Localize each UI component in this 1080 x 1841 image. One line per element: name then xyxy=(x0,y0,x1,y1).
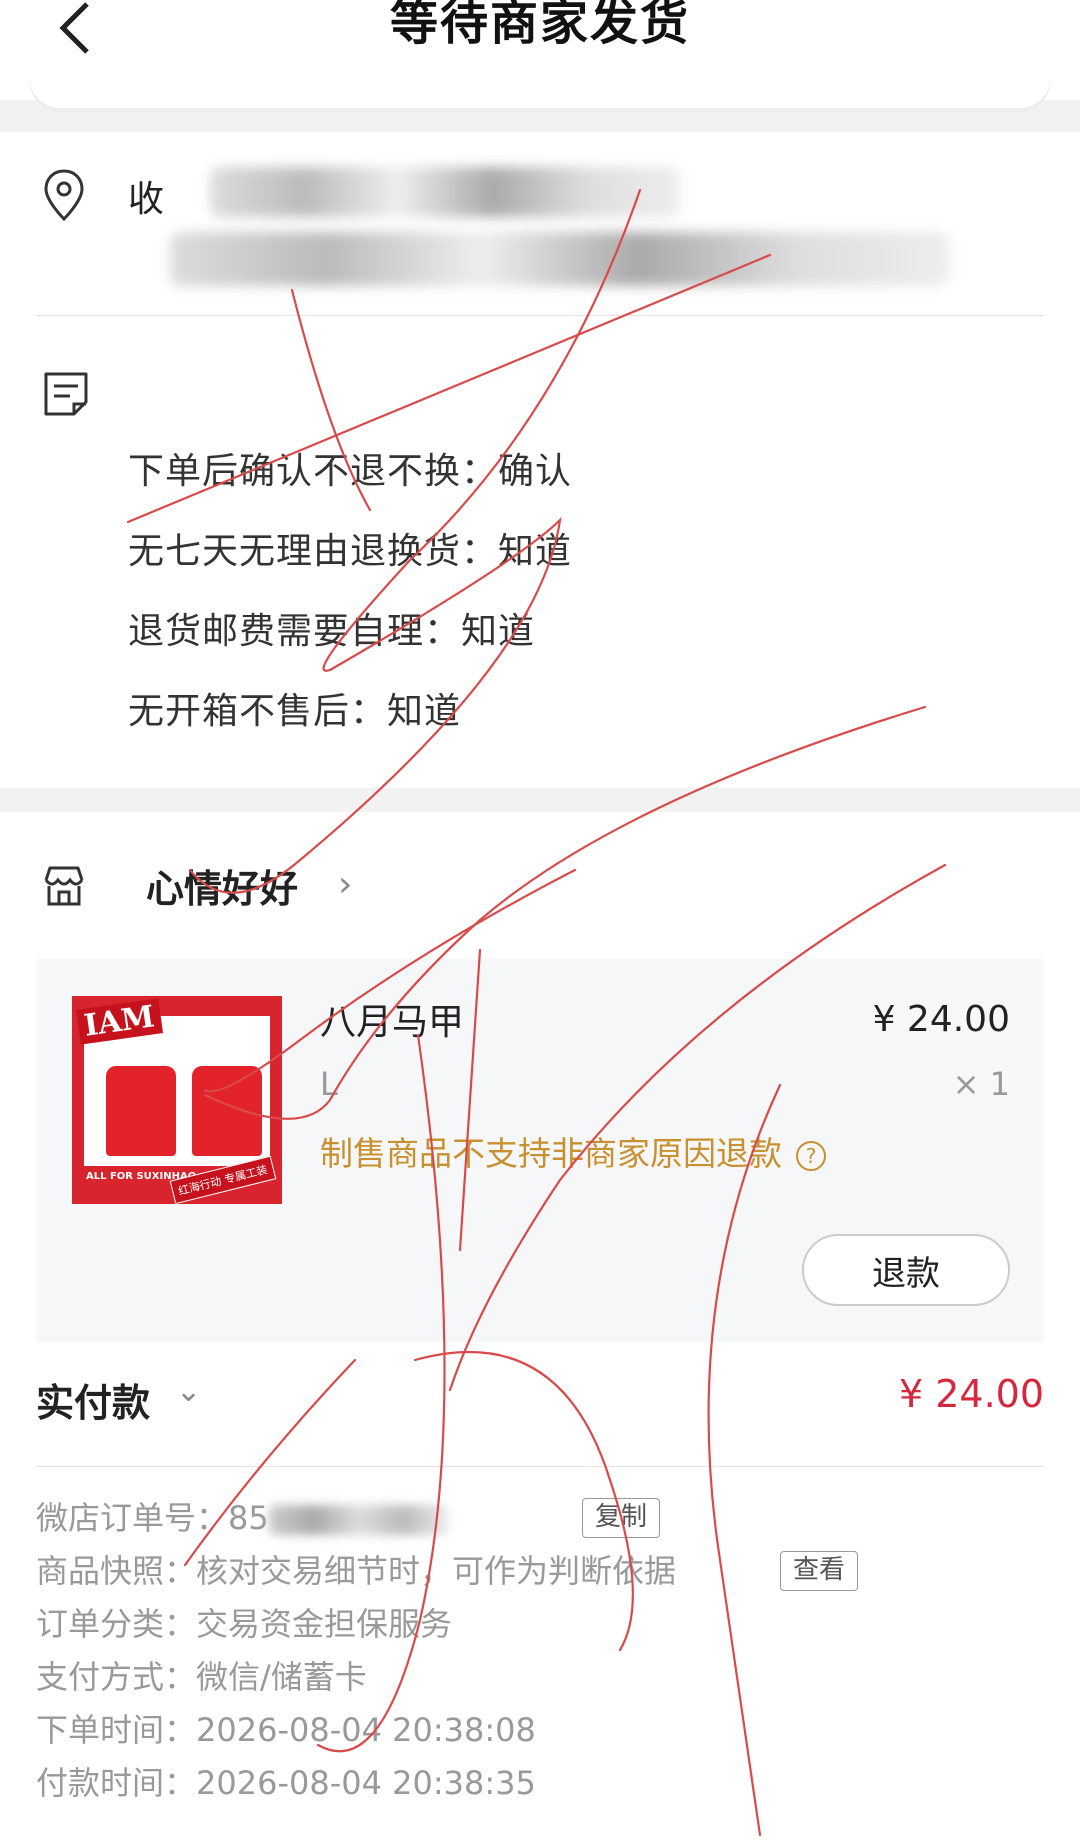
payment-time-row: 付款时间：2026-08-04 20:38:35 xyxy=(36,1759,1044,1812)
order-time-label: 下单时间： xyxy=(36,1711,197,1749)
order-time-value: 2026-08-04 20:38:08 xyxy=(196,1711,536,1749)
order-card: 心情好好 › IAM ALL FOR SUXINHAO 红海行动 专属工装 八月… xyxy=(0,812,1080,1841)
address-card: 收 下单后确认不退不换：确认 无七天无理由退换货：知道 退货邮费需要自理：知道 … xyxy=(0,132,1080,788)
paid-label: 实付款 xyxy=(36,1381,151,1425)
snapshot-value: 核对交易细节时，可作为判断依据 xyxy=(196,1552,677,1590)
payment-method-label: 支付方式： xyxy=(36,1658,197,1696)
payment-time-label: 付款时间： xyxy=(36,1764,197,1802)
payment-time-value: 2026-08-04 20:38:35 xyxy=(196,1764,536,1802)
order-number-row: 微店订单号：85 复制 xyxy=(36,1494,1044,1547)
warning-text: 制售商品不支持非商家原因退款 xyxy=(320,1134,782,1173)
vest-front-image xyxy=(106,1066,176,1156)
paid-amount: ¥ 24.00 xyxy=(898,1372,1044,1416)
remark-line: 无七天无理由退换货：知道 xyxy=(128,531,573,572)
remark-line: 下单后确认不退不换：确认 xyxy=(128,451,573,492)
paid-summary[interactable]: 实付款 ⌄ ¥ 24.00 xyxy=(36,1372,1044,1432)
receiver-info-redacted xyxy=(210,167,680,217)
refund-button[interactable]: 退款 xyxy=(802,1234,1010,1306)
order-time-row: 下单时间：2026-08-04 20:38:08 xyxy=(36,1706,1044,1759)
order-info: 微店订单号：85 复制 商品快照：核对交易细节时，可作为判断依据 查看 订单分类… xyxy=(36,1494,1044,1812)
vest-back-image xyxy=(192,1066,262,1156)
copy-button[interactable]: 复制 xyxy=(582,1498,661,1538)
product-spec: L xyxy=(320,1065,338,1103)
divider xyxy=(36,1466,1044,1467)
view-button[interactable]: 查看 xyxy=(780,1551,859,1591)
snapshot-label: 商品快照： xyxy=(36,1552,197,1590)
payment-method-row: 支付方式：微信/储蓄卡 xyxy=(36,1653,1044,1706)
payment-method-value: 微信/储蓄卡 xyxy=(196,1658,367,1696)
help-icon[interactable]: ? xyxy=(796,1140,826,1171)
product-price: ¥ 24.00 xyxy=(872,999,1010,1040)
page-title: 等待商家发货 xyxy=(389,0,690,51)
category-label: 订单分类： xyxy=(36,1605,197,1643)
store-icon xyxy=(44,866,84,906)
remark-line: 退货邮费需要自理：知道 xyxy=(128,611,536,652)
divider xyxy=(36,315,1044,316)
receiver-label: 收 xyxy=(128,179,165,220)
order-number-label: 微店订单号： xyxy=(36,1499,229,1537)
snapshot-row: 商品快照：核对交易细节时，可作为判断依据 查看 xyxy=(36,1547,1044,1600)
product-thumbnail[interactable]: IAM ALL FOR SUXINHAO 红海行动 专属工装 xyxy=(72,996,282,1204)
order-remarks: 下单后确认不退不换：确认 无七天无理由退换货：知道 退货邮费需要自理：知道 无开… xyxy=(128,444,572,764)
chevron-right-icon[interactable]: › xyxy=(338,864,352,905)
chevron-down-icon[interactable]: ⌄ xyxy=(176,1374,201,1409)
top-bar: 等待商家发货 xyxy=(0,0,1080,108)
note-icon xyxy=(44,372,88,416)
product-quantity: × 1 xyxy=(952,1065,1010,1103)
order-number-redacted xyxy=(268,1505,449,1535)
location-pin-icon xyxy=(44,169,84,222)
refund-policy-warning: 制售商品不支持非商家原因退款? xyxy=(320,1127,826,1175)
shop-name-link[interactable]: 心情好好 xyxy=(146,858,298,913)
address-redacted xyxy=(170,232,950,286)
category-value: 交易资金担保服务 xyxy=(196,1605,453,1643)
product-name: 八月马甲 xyxy=(320,1002,465,1043)
remark-line: 无开箱不售后：知道 xyxy=(128,691,462,732)
category-row: 订单分类：交易资金担保服务 xyxy=(36,1600,1044,1653)
order-number-value: 85 xyxy=(228,1499,269,1537)
header-card-edge xyxy=(30,60,1050,108)
order-item[interactable]: IAM ALL FOR SUXINHAO 红海行动 专属工装 八月马甲 L ¥ … xyxy=(36,959,1044,1342)
